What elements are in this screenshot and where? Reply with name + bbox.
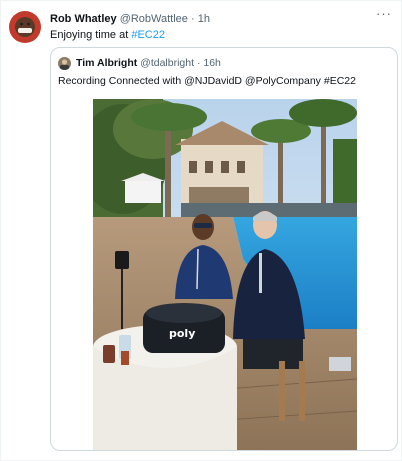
quote-time[interactable]: 16h — [203, 57, 221, 69]
author-name[interactable]: Rob Whatley — [50, 13, 117, 25]
tweet-text: Enjoying time at #EC22 — [50, 28, 165, 42]
quote-author-handle[interactable]: @tdalbright — [140, 57, 194, 69]
quote-meta-separator: · — [196, 57, 201, 69]
hashtag-link[interactable]: #EC22 — [131, 29, 165, 41]
quote-header: Tim Albright @tdalbright · 16h — [76, 57, 221, 70]
tweet-body: Enjoying time at — [50, 29, 132, 41]
quote-author-avatar[interactable] — [58, 57, 71, 70]
author-handle[interactable]: @RobWattlee — [120, 13, 188, 25]
meta-separator: · — [190, 13, 195, 25]
tweet-time[interactable]: 1h — [198, 13, 210, 25]
more-options-icon[interactable]: ··· — [374, 7, 394, 24]
quote-text: Recording Connected with @NJDavidD @Poly… — [58, 75, 356, 87]
tweet-header: Rob Whatley @RobWattlee · 1h — [50, 12, 388, 28]
quote-tweet-card[interactable]: Tim Albright @tdalbright · 16h Recording… — [50, 47, 398, 451]
bag-brand-label: poly — [169, 327, 195, 340]
author-avatar[interactable] — [9, 11, 41, 43]
quote-author-name[interactable]: Tim Albright — [76, 57, 137, 69]
quote-photo[interactable]: poly — [93, 99, 357, 450]
